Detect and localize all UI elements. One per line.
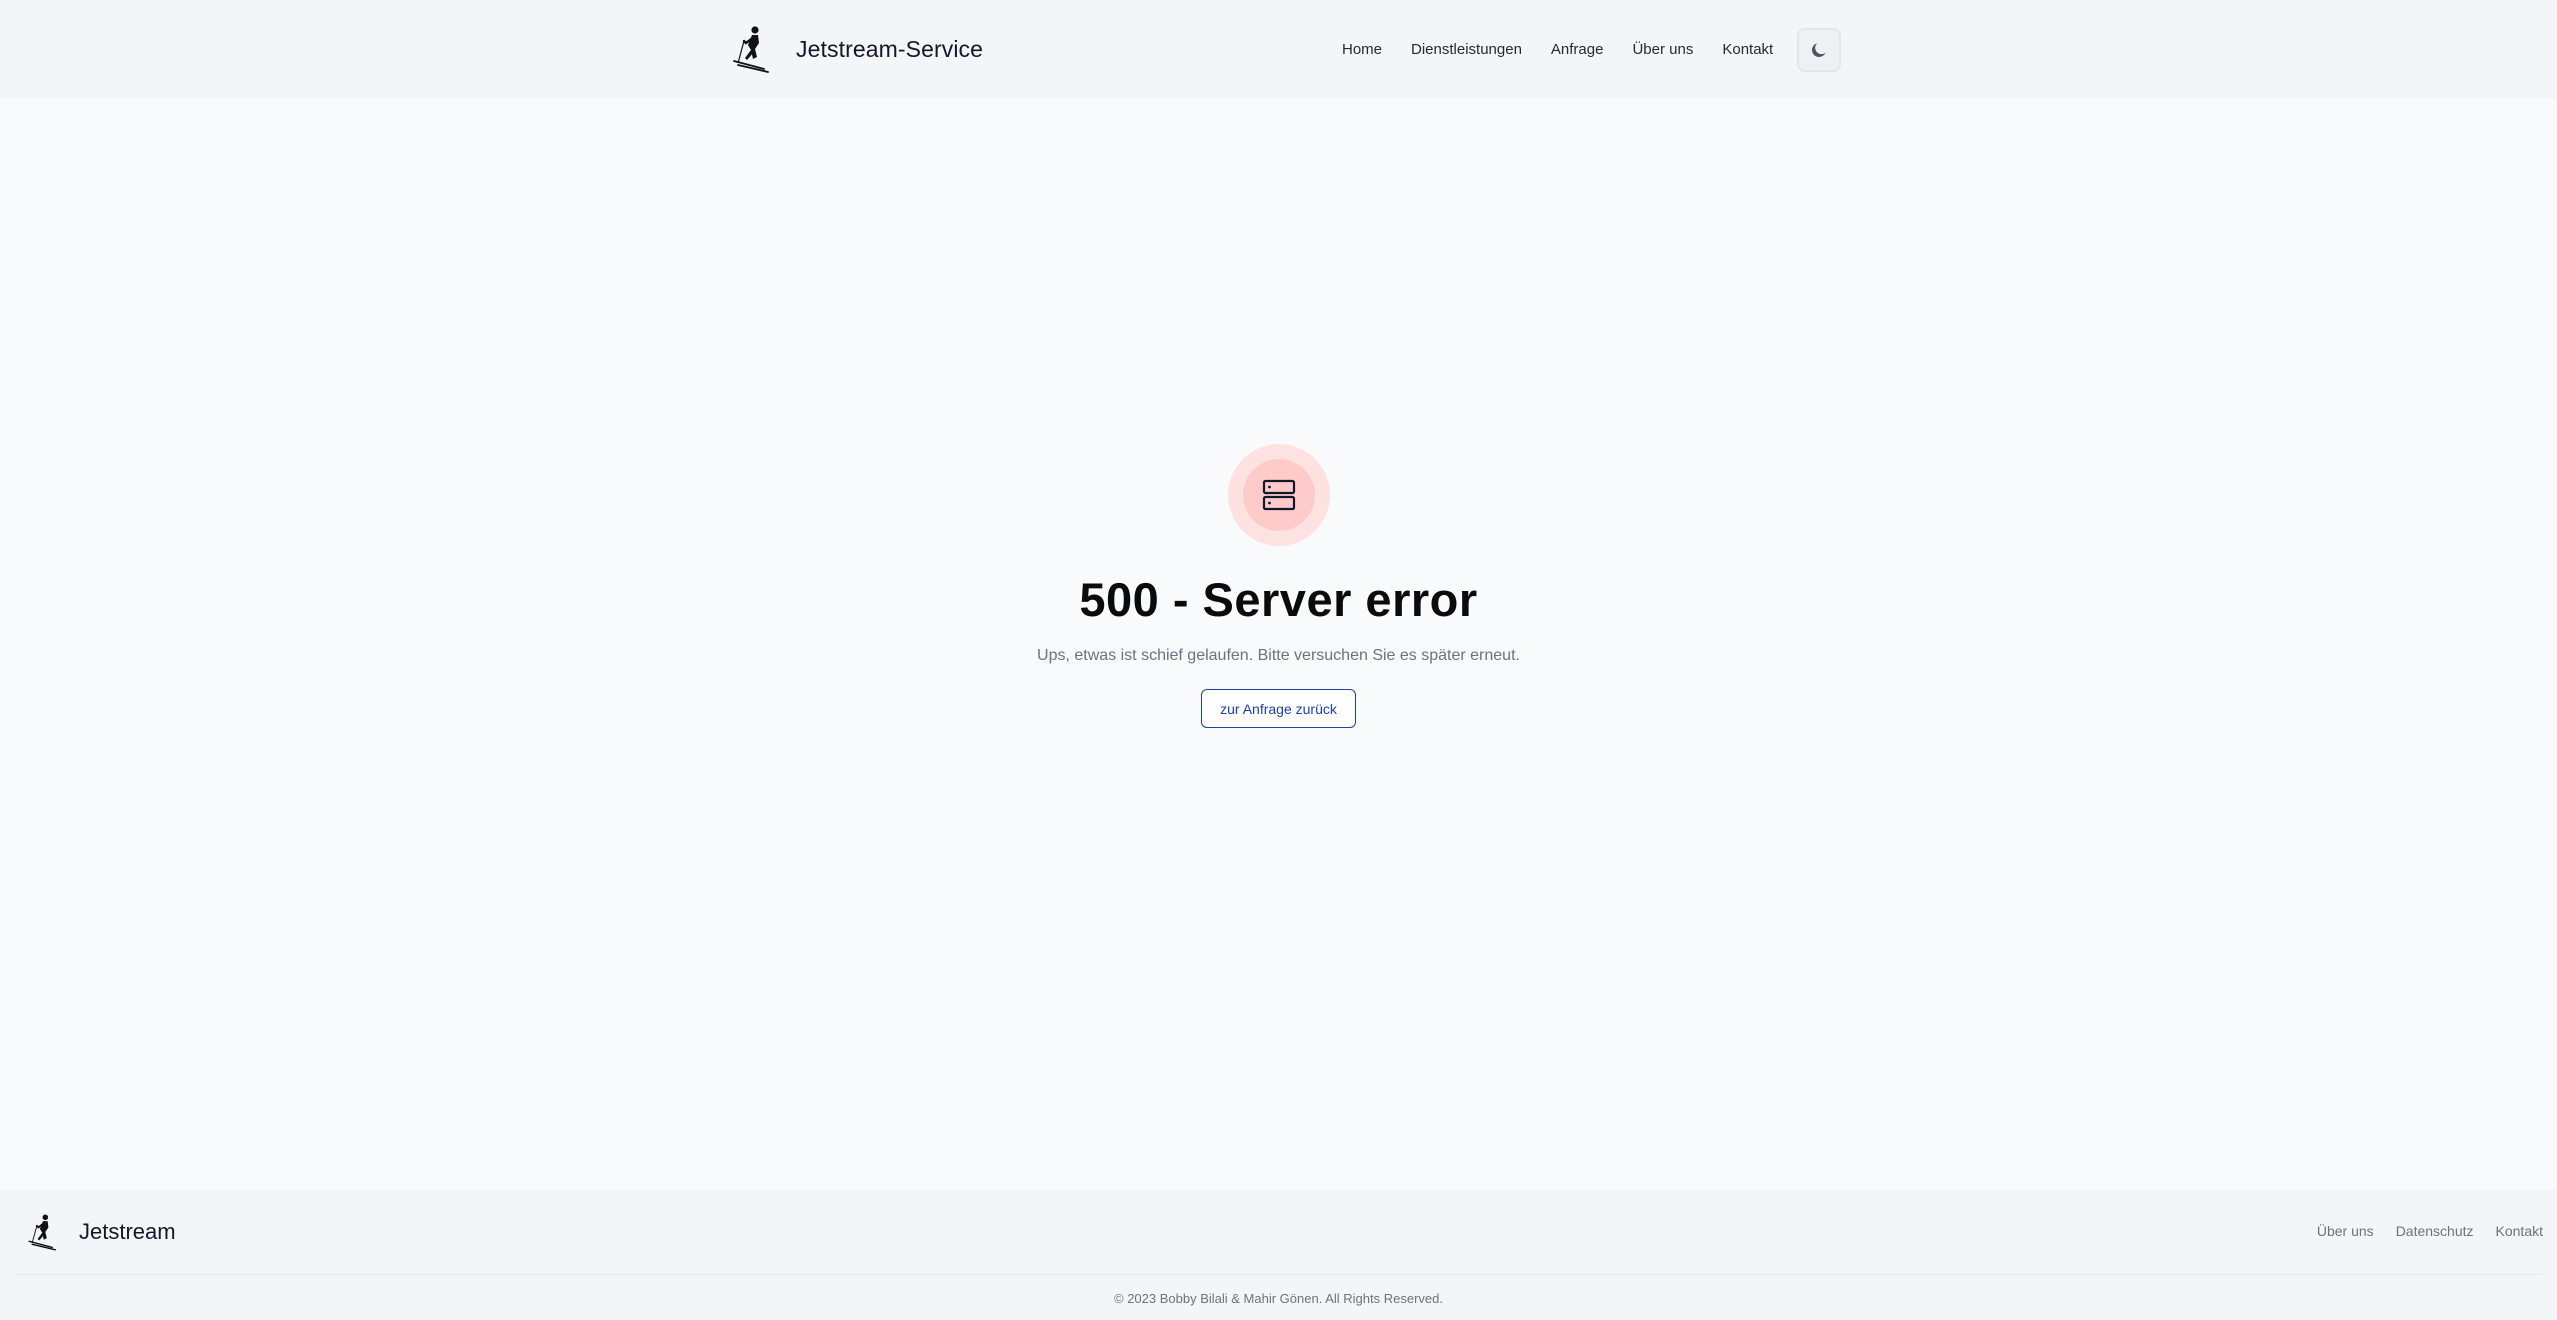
error-title: 500 - Server error xyxy=(1079,573,1478,626)
nav-anfrage[interactable]: Anfrage xyxy=(1551,41,1604,58)
main-content: 500 - Server error Ups, etwas ist schief… xyxy=(0,98,2557,1190)
skier-icon xyxy=(730,25,774,73)
error-panel: 500 - Server error Ups, etwas ist schief… xyxy=(0,444,2557,728)
site-footer: Jetstream Über uns Datenschutz Kontakt ©… xyxy=(0,1190,2557,1320)
nav-kontakt[interactable]: Kontakt xyxy=(1722,41,1773,58)
footer-link-kontakt[interactable]: Kontakt xyxy=(2496,1223,2543,1239)
server-icon xyxy=(1260,476,1298,514)
nav-dienstleistungen[interactable]: Dienstleistungen xyxy=(1411,41,1522,58)
site-header: Jetstream-Service Home Dienstleistungen … xyxy=(0,0,2557,98)
skier-icon xyxy=(26,1212,60,1252)
footer-link-ueber-uns[interactable]: Über uns xyxy=(2317,1223,2374,1239)
back-to-request-button[interactable]: zur Anfrage zurück xyxy=(1201,689,1356,728)
copyright-text: © 2023 Bobby Bilali & Mahir Gönen. All R… xyxy=(1114,1291,1443,1306)
page: Jetstream-Service Home Dienstleistungen … xyxy=(0,0,2557,1320)
footer-divider xyxy=(14,1274,2543,1275)
theme-toggle-button[interactable] xyxy=(1797,28,1841,72)
footer-brand-link[interactable]: Jetstream xyxy=(26,1207,176,1257)
footer-brand-name: Jetstream xyxy=(79,1219,176,1244)
moon-icon xyxy=(1809,40,1829,60)
brand-link[interactable]: Jetstream-Service xyxy=(730,24,983,74)
footer-links: Über uns Datenschutz Kontakt xyxy=(2317,1223,2543,1239)
footer-link-datenschutz[interactable]: Datenschutz xyxy=(2396,1223,2474,1239)
nav-ueber-uns[interactable]: Über uns xyxy=(1632,41,1693,58)
error-icon-core xyxy=(1242,459,1315,531)
main-nav: Home Dienstleistungen Anfrage Über uns K… xyxy=(1342,36,1802,62)
nav-home[interactable]: Home xyxy=(1342,41,1382,58)
error-icon-ring xyxy=(1227,444,1330,546)
error-message: Ups, etwas ist schief gelaufen. Bitte ve… xyxy=(1037,647,1520,664)
brand-name: Jetstream-Service xyxy=(796,35,984,62)
